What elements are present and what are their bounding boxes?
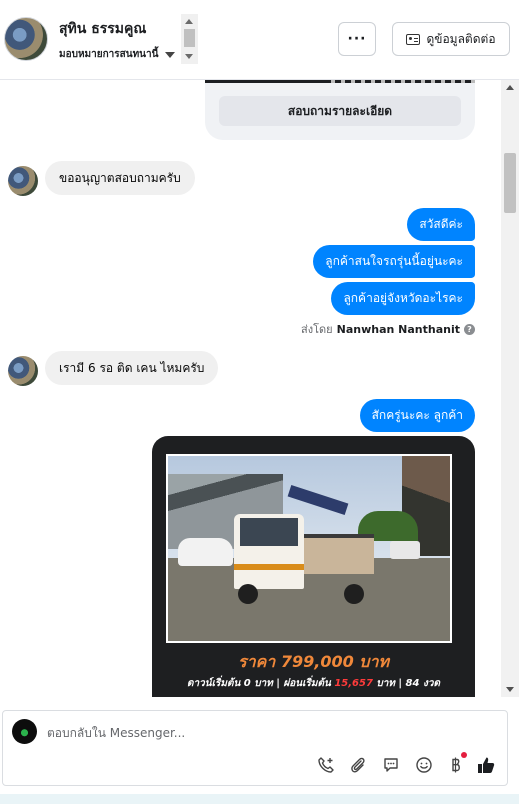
paperclip-icon[interactable] [348, 755, 368, 775]
scroll-up-arrow-icon[interactable] [506, 85, 514, 90]
sender-avatar [8, 166, 38, 196]
messenger-inbox-window: สุทิน ธรรมคูณ มอบหมายการสนทนานี้ ··· ดูข… [0, 0, 519, 804]
truck-photo [166, 454, 452, 643]
product-image-card[interactable]: ราคา 799,000 บาท ดาวน์เริ่มต้น 0 บาท | ผ… [152, 436, 475, 697]
inquire-details-button[interactable]: สอบถามรายละเอียด [219, 96, 461, 126]
installment-terms: ดาวน์เริ่มต้น 0 บาท | ผ่อนเริ่มต้น 15,65… [152, 676, 475, 691]
reply-composer [2, 710, 508, 786]
outgoing-message: สวัสดีค่ะ [407, 208, 475, 241]
view-contact-button[interactable]: ดูข้อมูลติดต่อ [392, 22, 510, 56]
sent-by-name: Nanwhan Nanthanit [336, 322, 460, 336]
emoji-icon[interactable] [414, 755, 434, 775]
assign-conversation-label: มอบหมายการสนทนานี้ [59, 49, 159, 60]
scroll-down-arrow-icon[interactable] [185, 54, 193, 59]
notification-dot [461, 752, 467, 758]
scroll-down-arrow-icon[interactable] [506, 687, 514, 692]
scroll-thumb[interactable] [504, 153, 516, 213]
conversation-header: สุทิน ธรรมคูณ มอบหมายการสนทนานี้ ··· ดูข… [0, 0, 519, 80]
contact-card-icon [406, 33, 421, 45]
question-mark-icon[interactable]: ? [464, 323, 475, 335]
thumbs-up-icon[interactable] [476, 755, 496, 775]
caret-down-icon [165, 51, 176, 58]
contact-name[interactable]: สุทิน ธรรมคูณ [59, 18, 146, 40]
thread-scrollbar[interactable] [501, 80, 519, 697]
terms-suffix: บาท | 84 งวด [376, 678, 440, 689]
page-avatar [12, 719, 37, 744]
installment-amount: 15,657 [334, 678, 373, 689]
outgoing-message: ลูกค้าอยู่จังหวัดอะไรคะ [331, 282, 475, 315]
incoming-message: เรามี 6 รอ ติด เคน ไหมครับ [45, 351, 219, 385]
sent-by-prefix: ส่งโดย [301, 323, 333, 336]
more-options-button[interactable]: ··· [338, 22, 376, 56]
message-thread: สอบถามรายละเอียด ขออนุญาตสอบถามครับ สวัส… [0, 80, 501, 697]
header-scrollbar[interactable] [181, 14, 198, 64]
chat-bubble-icon[interactable] [381, 755, 401, 775]
assign-conversation-dropdown[interactable]: มอบหมายการสนทนานี้ [59, 47, 176, 62]
card-image-edge [205, 80, 475, 83]
reply-input[interactable] [47, 723, 487, 743]
contact-avatar[interactable] [4, 17, 48, 61]
scroll-thumb[interactable] [184, 29, 195, 47]
price-text: ราคา 799,000 บาท [238, 652, 389, 671]
outgoing-message: สักครู่นะคะ ลูกค้า [359, 399, 475, 432]
view-contact-label: ดูข้อมูลติดต่อ [426, 31, 496, 46]
terms-prefix: ดาวน์เริ่มต้น 0 บาท | ผ่อนเริ่มต้น [187, 678, 331, 689]
phone-plus-icon[interactable] [316, 755, 336, 775]
scroll-up-arrow-icon[interactable] [185, 19, 193, 24]
bottom-edge [0, 794, 519, 804]
outgoing-message: ลูกค้าสนใจรถรุ่นนี้อยู่นะคะ [313, 245, 475, 278]
sender-avatar [8, 356, 38, 386]
incoming-message: ขออนุญาตสอบถามครับ [45, 161, 195, 195]
baht-icon[interactable] [446, 755, 466, 775]
previous-product-card: สอบถามรายละเอียด [205, 80, 475, 140]
sent-by-label: ส่งโดย Nanwhan Nanthanit ? [301, 320, 475, 338]
